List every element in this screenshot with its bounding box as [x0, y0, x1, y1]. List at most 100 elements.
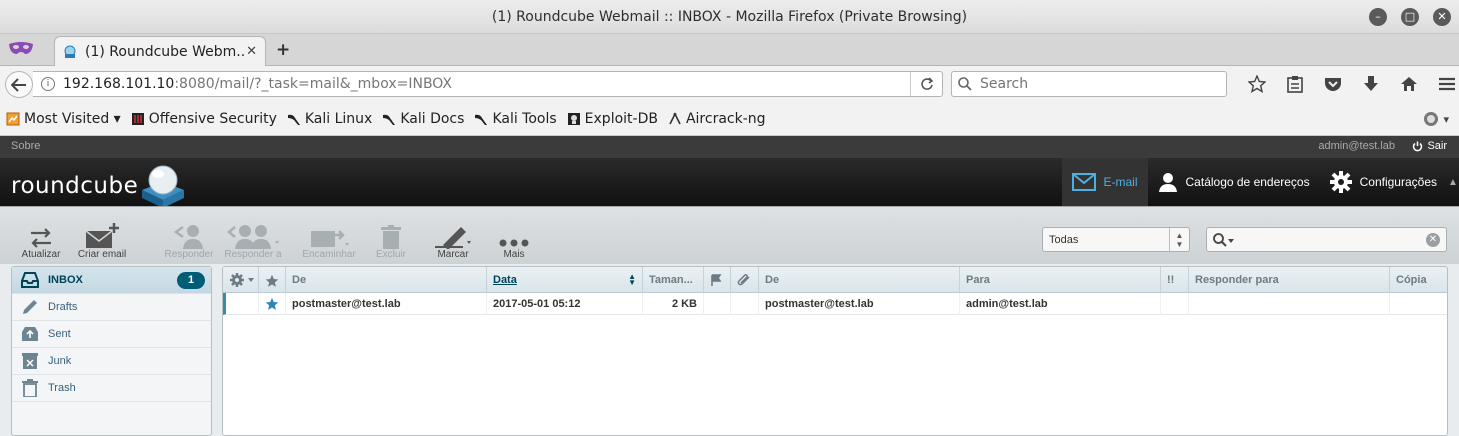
star-icon: [265, 274, 279, 287]
flag-column-header[interactable]: [259, 267, 286, 293]
mail-search-box[interactable]: ✕: [1206, 227, 1447, 252]
folder-item-sent[interactable]: Sent: [12, 321, 211, 348]
bookmark-label: Exploit-DB: [584, 110, 658, 127]
more-button[interactable]: Mais: [494, 219, 534, 260]
url-bar[interactable]: i 192.168.101.10:8080/mail/?_task=mail&_…: [33, 71, 943, 97]
bookmark-star-button[interactable]: [1238, 74, 1276, 94]
bookmark-exploit-db[interactable]: Exploit-DB: [567, 111, 658, 127]
nav-email-label: E-mail: [1103, 175, 1138, 189]
clear-search-icon[interactable]: ✕: [1426, 233, 1440, 247]
kali-dragon-icon: [383, 114, 396, 125]
nav-settings-label: Configurações: [1359, 175, 1437, 189]
globe-icon: [1424, 112, 1439, 126]
reading-list-button[interactable]: [1276, 74, 1314, 94]
message-row[interactable]: postmaster@test.lab 2017-05-01 05:12 2 K…: [223, 293, 1447, 315]
exploit-db-icon: [567, 112, 580, 125]
search-options-icon[interactable]: [1213, 233, 1235, 247]
downloads-button[interactable]: [1352, 74, 1390, 94]
refresh-button[interactable]: Atualizar: [20, 219, 62, 260]
bookmark-kali-linux[interactable]: Kali Linux: [287, 111, 372, 127]
folder-item-junk[interactable]: Junk: [12, 348, 211, 375]
bookmark-aircrack-ng[interactable]: Aircrack-ng: [668, 111, 766, 127]
list-options-button[interactable]: [223, 267, 259, 293]
power-icon: [1413, 141, 1423, 151]
reply-button[interactable]: Responder: [162, 219, 216, 260]
mark-button[interactable]: Marcar: [430, 219, 476, 260]
aircrack-icon: [669, 111, 681, 124]
column-from[interactable]: De: [286, 267, 487, 293]
roundcube-topline: Sobre admin@test.lab Sair: [0, 136, 1459, 158]
offsec-icon: [131, 112, 144, 125]
reply-all-people-icon: [227, 225, 279, 249]
nav-settings[interactable]: Configurações: [1320, 158, 1447, 206]
bookmark-kali-tools[interactable]: Kali Tools: [474, 110, 557, 127]
inbox-icon: [20, 271, 40, 289]
tab-strip: (1) Roundcube Webm... ✕ +: [0, 34, 1459, 66]
nav-contacts[interactable]: Catálogo de endereços: [1148, 158, 1320, 206]
column-to[interactable]: Para: [960, 267, 1161, 293]
reply-all-button[interactable]: Responder a: [220, 219, 286, 260]
browser-search-box[interactable]: [951, 71, 1227, 97]
tab-title: (1) Roundcube Webm...: [85, 43, 247, 60]
folder-label: Sent: [48, 328, 71, 340]
close-window-button[interactable]: ✕: [1433, 8, 1451, 26]
column-size[interactable]: Taman...: [643, 267, 704, 293]
column-reply-to[interactable]: Responder para: [1189, 267, 1390, 293]
flag-icon: [711, 274, 722, 286]
maximize-button[interactable]: □: [1401, 8, 1419, 26]
marker-pen-icon: [435, 227, 471, 249]
browser-search-input[interactable]: [978, 75, 1198, 93]
minimize-button[interactable]: –: [1369, 8, 1387, 26]
folder-item-trash[interactable]: Trash: [12, 375, 211, 402]
row-attachment: [731, 293, 759, 315]
tab-close-icon[interactable]: ✕: [246, 44, 257, 59]
menu-button[interactable]: [1428, 74, 1459, 94]
current-user: admin@test.lab: [1318, 140, 1395, 152]
about-link[interactable]: Sobre: [11, 140, 40, 152]
row-flag-cell[interactable]: [259, 293, 286, 315]
bookmark-offensive-security[interactable]: Offensive Security: [131, 111, 277, 127]
column-date-label: Data: [493, 274, 517, 286]
column-flag[interactable]: [704, 267, 731, 293]
sort-arrows-icon: ▲ ▼: [628, 272, 636, 287]
roundcube-favicon-icon: [64, 45, 76, 58]
column-date[interactable]: Data ▲ ▼: [487, 267, 643, 293]
column-priority[interactable]: !!: [1161, 267, 1189, 293]
browser-tab-roundcube[interactable]: (1) Roundcube Webm... ✕: [54, 36, 266, 66]
column-from-2[interactable]: De: [759, 267, 960, 293]
folder-item-inbox[interactable]: INBOX 1: [12, 267, 211, 294]
gear-icon: [1329, 171, 1352, 193]
mail-search-input[interactable]: [1237, 231, 1417, 245]
folder-label: Drafts: [48, 301, 78, 313]
reload-button[interactable]: [910, 72, 942, 96]
bookmark-most-visited[interactable]: Most Visited ▾: [6, 111, 121, 127]
row-flag-status: [704, 293, 731, 315]
roundcube-logo[interactable]: roundcube: [11, 164, 188, 208]
most-visited-icon: [6, 112, 20, 125]
home-button[interactable]: [1390, 74, 1428, 94]
column-attachment[interactable]: [731, 267, 759, 293]
compose-button[interactable]: Criar email: [76, 219, 128, 260]
forward-button[interactable]: Encaminhar: [298, 219, 360, 260]
delete-button[interactable]: Excluir: [372, 219, 410, 260]
site-info-icon[interactable]: i: [41, 77, 55, 91]
pocket-button[interactable]: [1314, 74, 1352, 94]
person-icon: [1158, 173, 1177, 192]
logout-link[interactable]: Sair: [1412, 140, 1447, 152]
nav-email[interactable]: E-mail: [1061, 158, 1148, 206]
bookmark-label: Kali Tools: [492, 110, 557, 127]
forward-label: Encaminhar: [302, 249, 356, 260]
folder-item-drafts[interactable]: Drafts: [12, 294, 211, 321]
bookmark-status-menu[interactable]: ▾: [1423, 111, 1449, 127]
collapse-header-icon[interactable]: ▲: [1447, 158, 1459, 206]
filter-selected-value: Todas: [1049, 234, 1079, 246]
message-filter-select[interactable]: Todas ▲ ▼: [1042, 227, 1190, 252]
reload-icon: [920, 77, 933, 90]
back-button[interactable]: [5, 71, 33, 98]
column-cc[interactable]: Cópia: [1390, 267, 1447, 293]
more-label: Mais: [503, 249, 525, 260]
navigation-toolbar: i 192.168.101.10:8080/mail/?_task=mail&_…: [0, 66, 1459, 102]
bookmark-kali-docs[interactable]: Kali Docs: [382, 111, 464, 127]
new-tab-button[interactable]: +: [276, 40, 290, 60]
pocket-icon: [1325, 78, 1341, 91]
